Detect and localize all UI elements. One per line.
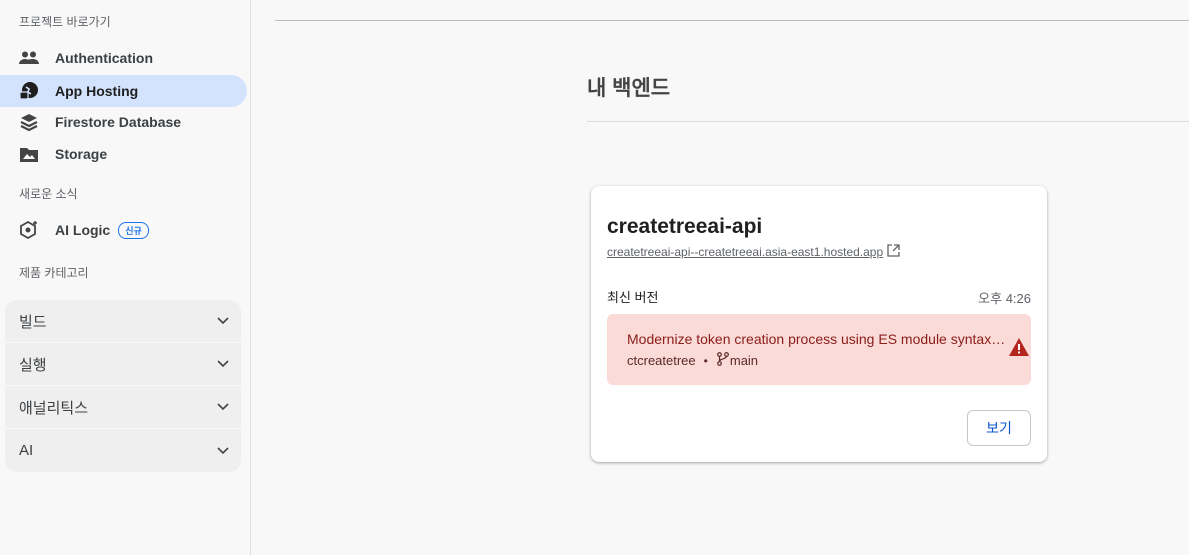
- backend-card: createtreeai-api createtreeai-api--creat…: [591, 186, 1047, 462]
- ai-logic-icon: [19, 220, 39, 240]
- app-hosting-icon: [19, 81, 39, 101]
- sidebar-item-label: Authentication: [55, 50, 153, 66]
- category-run[interactable]: 실행: [5, 343, 241, 386]
- sidebar: 프로젝트 바로가기 Authentication App Hosting Fir…: [0, 0, 251, 555]
- storage-icon: [19, 144, 39, 164]
- category-build[interactable]: 빌드: [5, 300, 241, 343]
- commit-author: ctcreatetree: [627, 353, 696, 368]
- view-button[interactable]: 보기: [967, 410, 1031, 446]
- backend-url: createtreeai-api--createtreeai.asia-east…: [607, 245, 884, 259]
- sidebar-item-label: App Hosting: [55, 83, 139, 99]
- category-list: 빌드 실행 애널리틱스 AI: [5, 300, 241, 472]
- chevron-down-icon: [217, 355, 229, 373]
- whats-new-label: 새로운 소식: [19, 187, 78, 201]
- latest-version-label: 최신 버전: [607, 290, 659, 305]
- category-label: 빌드: [19, 313, 47, 331]
- rollout-status-box[interactable]: Modernize token creation process using E…: [607, 314, 1031, 385]
- backend-url-link[interactable]: createtreeai-api--createtreeai.asia-east…: [607, 244, 900, 260]
- sidebar-item-label: Storage: [55, 146, 108, 162]
- backend-name: createtreeai-api: [607, 215, 763, 238]
- sidebar-item-label: AI Logic: [55, 222, 111, 238]
- separator-dot: •: [703, 353, 708, 368]
- branch-name: main: [729, 353, 759, 368]
- category-label: 애널리틱스: [19, 399, 89, 417]
- divider: [587, 121, 1189, 122]
- new-badge: 신규: [118, 221, 149, 239]
- category-analytics[interactable]: 애널리틱스: [5, 386, 241, 429]
- firestore-icon: [19, 112, 39, 132]
- divider: [275, 20, 1189, 21]
- warning-icon: [1008, 337, 1030, 362]
- commit-message: Modernize token creation process using E…: [627, 331, 1006, 347]
- sidebar-item-storage[interactable]: Storage: [0, 138, 247, 170]
- version-time: 오후 4:26: [978, 291, 1031, 306]
- product-categories-label: 제품 카테고리: [19, 266, 89, 280]
- chevron-down-icon: [217, 442, 229, 460]
- project-shortcuts-label: 프로젝트 바로가기: [19, 15, 111, 29]
- page-title: 내 백엔드: [587, 77, 671, 100]
- category-ai[interactable]: AI: [5, 429, 241, 472]
- category-label: 실행: [19, 356, 47, 374]
- people-icon: [19, 48, 39, 68]
- sidebar-item-authentication[interactable]: Authentication: [0, 42, 247, 74]
- sidebar-item-ai-logic[interactable]: AI Logic 신규: [0, 214, 247, 246]
- open-in-new-icon: [887, 244, 900, 260]
- branch-icon: [716, 352, 730, 369]
- category-label: AI: [19, 442, 34, 459]
- chevron-down-icon: [217, 398, 229, 416]
- sidebar-item-label: Firestore Database: [55, 114, 182, 130]
- commit-meta: ctcreatetree • main: [627, 352, 758, 369]
- chevron-down-icon: [217, 312, 229, 330]
- sidebar-item-firestore[interactable]: Firestore Database: [0, 106, 247, 138]
- sidebar-item-app-hosting[interactable]: App Hosting: [0, 75, 247, 107]
